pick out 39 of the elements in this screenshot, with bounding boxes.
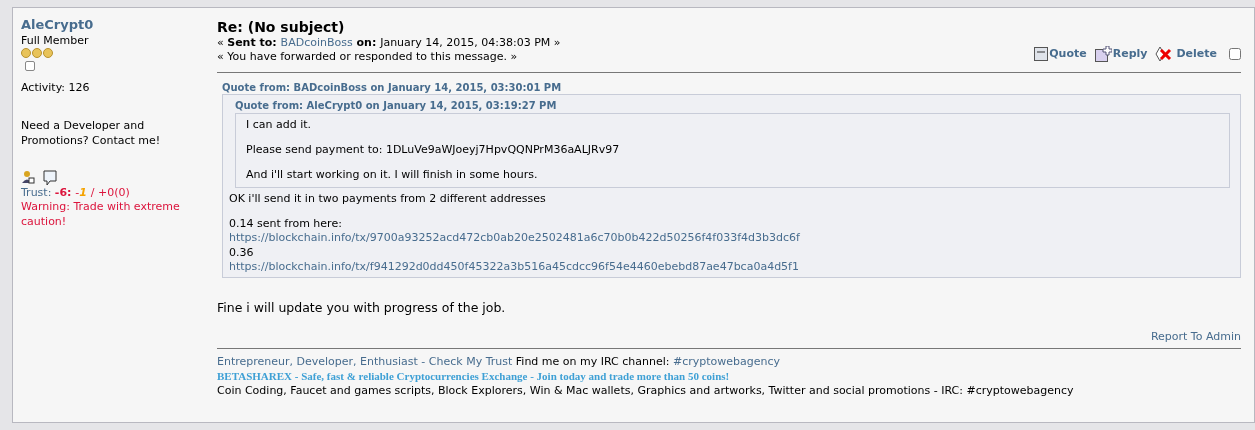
recipient-link[interactable]: BADcoinBoss — [280, 36, 353, 50]
report-link[interactable]: Report To Admin — [1150, 330, 1241, 344]
message-text: OK i'll send it in two payments from 2 different addresses — [229, 191, 547, 206]
trust-warning: Warning: Trade with extreme caution! — [21, 200, 181, 229]
message-subject[interactable]: Re: (No subject) — [217, 18, 561, 37]
delete-button[interactable]: Delete — [1155, 45, 1217, 62]
message-body: Fine i will update you with progress of the job. — [217, 300, 507, 317]
signature-link[interactable]: #cryptowebagency — [673, 354, 781, 368]
promo-link[interactable]: BETASHAREX - Safe, fast & reliable Cryptocurrencies Exchange - Join today and trade more than 50 coins! — [217, 369, 730, 382]
reply-icon — [1094, 45, 1112, 62]
signature-text: Find me on my IRC channel: — [515, 354, 670, 368]
forward-notice: « You have forwarded or responded to this message. » — [217, 50, 519, 65]
quote-header[interactable]: Quote from: BADcoinBoss on January 14, 2015, 03:30:01 PM — [222, 80, 1241, 94]
status-icon — [25, 61, 35, 72]
message-text: 0.14 sent from here: — [229, 216, 343, 232]
transaction-link[interactable]: https://blockchain.info/tx/9700a93252acd472cb0ab20e2502481a6c70b0b422d50256f4f033f4d3b3dc6f — [229, 231, 1230, 246]
coin-icon — [43, 48, 53, 59]
quote-header[interactable]: Quote from: AleCrypt0 on January 14, 2015, 03:19:27 PM — [235, 98, 1230, 112]
quote-button[interactable]: Quote — [1034, 46, 1087, 61]
select-checkbox[interactable] — [1229, 47, 1241, 60]
speech-bubble-icon[interactable] — [43, 170, 57, 187]
coin-icon — [21, 48, 31, 59]
coin-icon — [32, 48, 42, 59]
trust-score: Trust: -6: -1 / +0(0) — [21, 186, 131, 201]
transaction-link[interactable]: https://blockchain.info/tx/f941292d0dd450f45322a3b516a45cdcc96f54e4460ebebd87ae47bca0a4d5f1 — [229, 259, 1230, 275]
activity-count: Activity: 126 — [21, 81, 91, 96]
reply-button[interactable]: Reply — [1094, 45, 1148, 62]
personal-text: Need a Developer and Promotions? Contact me! — [21, 119, 162, 149]
quote-icon — [1034, 46, 1049, 61]
message-text: I can add it. — [246, 117, 313, 133]
message-text: 0.36 — [229, 245, 255, 260]
profile-icon[interactable] — [21, 170, 35, 185]
message-text: Please send payment to: 1DLuVe9aWJoeyj7HpvQQNPrM36aALJRv97 — [246, 143, 621, 158]
poster-name[interactable]: AleCrypt0 — [21, 17, 209, 34]
sent-info: « Sent to: BADcoinBoss on: January 14, 2015, 04:38:03 PM » — [217, 36, 561, 51]
signature-text: Coin Coding, Faucet and games scripts, Block Explorers, Win & Mac wallets, Graphics and artworks, Twitter and social promotions - IRC: #cryptowebagency — [217, 383, 1074, 397]
user-rank: Full Member — [21, 33, 90, 49]
signature-link[interactable]: Entrepreneur, Developer, Enthusiast - Check My Trust — [217, 354, 513, 368]
message-text: And i'll start working on it. I will finish in some hours. — [246, 168, 539, 183]
